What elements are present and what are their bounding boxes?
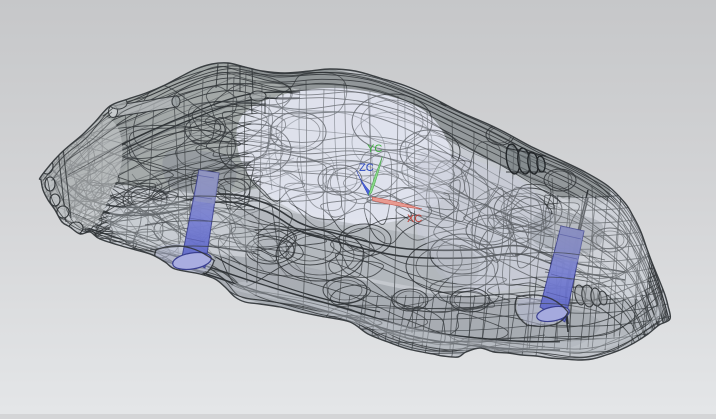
svg-text:YC: YC xyxy=(367,143,382,155)
svg-text:XC: XC xyxy=(407,213,422,225)
svg-text:ZC: ZC xyxy=(359,162,374,174)
